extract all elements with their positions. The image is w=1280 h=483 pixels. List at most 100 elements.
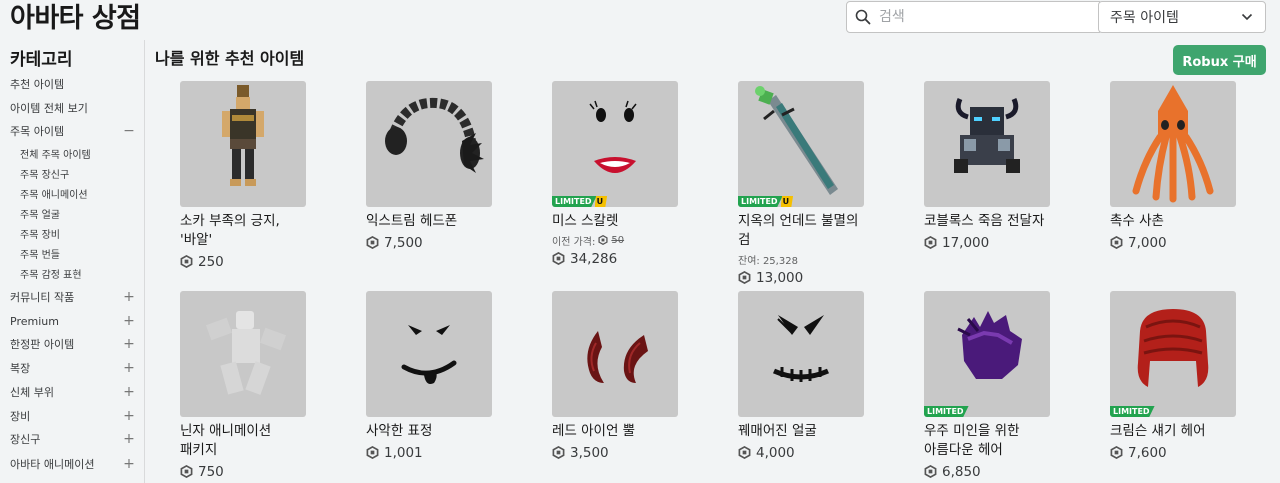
item-thumbnail[interactable] <box>552 291 678 417</box>
item-price: 7,000 <box>1110 233 1250 252</box>
expand-icon[interactable]: + <box>123 314 135 328</box>
item-thumbnail[interactable] <box>1110 81 1236 207</box>
sidebar-item-accessories[interactable]: 장신구 + <box>10 431 135 447</box>
expand-icon[interactable]: + <box>123 385 135 399</box>
sidebar-subitem-accessories[interactable]: 주목 장신구 <box>20 165 135 181</box>
item-thumbnail[interactable] <box>738 291 864 417</box>
item-name[interactable]: 크림슨 섀기 헤어 <box>1110 422 1240 441</box>
expand-icon[interactable]: + <box>123 361 135 375</box>
sidebar-subitem-gear[interactable]: 주목 장비 <box>20 225 135 241</box>
item-thumbnail[interactable] <box>924 81 1050 207</box>
item-price: 7,500 <box>366 233 506 252</box>
expand-icon[interactable]: + <box>123 290 135 304</box>
ninja-animation-image <box>205 311 287 395</box>
section-title: 나를 위한 추천 아이템 <box>155 49 305 68</box>
item-price: 7,600 <box>1110 443 1250 462</box>
item-name[interactable]: 코블록스 죽음 전달자 <box>924 212 1054 231</box>
sidebar-item-clothing[interactable]: 복장 + <box>10 360 135 376</box>
item-price: 13,000 <box>738 268 878 287</box>
item-name[interactable]: 지옥의 언데드 불멸의 검 <box>738 212 868 250</box>
sidebar-item-label: 신체 부위 <box>10 386 54 399</box>
item-name[interactable]: 레드 아이언 뿔 <box>552 422 682 441</box>
crimson-shaggy-hair-image <box>1137 309 1209 387</box>
item-card[interactable]: 촉수 사촌 7,000 <box>1110 81 1250 252</box>
item-name[interactable]: 미스 스칼렛 <box>552 212 682 231</box>
item-price-value: 250 <box>198 253 224 270</box>
item-name[interactable]: 닌자 애니메이션 패키지 <box>180 422 310 460</box>
item-card[interactable]: 꿰매어진 얼굴 4,000 <box>738 291 878 462</box>
sidebar-item-label: 주목 장신구 <box>20 169 70 181</box>
item-card[interactable]: LIMITED 우주 미인을 위한 아름다운 헤어 6,850 <box>924 291 1064 481</box>
item-thumbnail[interactable]: LIMITED U <box>738 81 864 207</box>
robux-icon <box>1110 446 1123 459</box>
sidebar-item-featured[interactable]: 추천 아이템 <box>10 76 135 92</box>
sidebar-item-body-parts[interactable]: 신체 부위 + <box>10 384 135 400</box>
robux-icon <box>924 236 937 249</box>
sort-dropdown-value: 주목 아이템 <box>1110 10 1179 26</box>
sidebar-item-premium[interactable]: Premium + <box>10 313 135 329</box>
search-input[interactable] <box>879 3 1089 31</box>
item-card[interactable]: 레드 아이언 뿔 3,500 <box>552 291 692 462</box>
item-card[interactable]: 익스트림 헤드폰 7,500 <box>366 81 506 252</box>
sidebar-item-trending[interactable]: 주목 아이템 − <box>10 123 135 139</box>
item-thumbnail[interactable]: LIMITED <box>924 291 1050 417</box>
item-card[interactable]: LIMITED U 지옥의 언데드 불멸의 검 잔여: 25,328 13,000 <box>738 81 878 287</box>
item-card[interactable]: LIMITED U 미스 스칼렛 이전 가격: 50 34,286 <box>552 81 692 268</box>
item-price: 1,001 <box>366 443 506 462</box>
item-thumbnail[interactable] <box>180 81 306 207</box>
headphones-image <box>385 97 484 173</box>
item-card[interactable]: LIMITED 크림슨 섀기 헤어 7,600 <box>1110 291 1250 462</box>
tentacle-cousin-image <box>1132 85 1214 203</box>
sidebar-item-label: Premium <box>10 314 59 328</box>
sidebar-item-limited[interactable]: 한정판 아이템 + <box>10 336 135 352</box>
evil-face-image <box>401 325 457 384</box>
korblox-deathspeaker-image <box>954 98 1020 173</box>
item-thumbnail[interactable] <box>180 291 306 417</box>
robux-icon <box>598 235 608 245</box>
item-price: 250 <box>180 252 320 271</box>
item-name[interactable]: 사악한 표정 <box>366 422 496 441</box>
buy-robux-button[interactable]: Robux 구매 <box>1173 45 1266 75</box>
sort-dropdown[interactable]: 주목 아이템 <box>1098 1 1266 33</box>
sidebar-subitem-faces[interactable]: 주목 얼굴 <box>20 205 135 221</box>
stitched-face-image <box>772 315 830 382</box>
expand-icon[interactable]: + <box>123 457 135 471</box>
sidebar-subitem-bundles[interactable]: 주목 번들 <box>20 245 135 261</box>
sidebar-item-label: 커뮤니티 작품 <box>10 291 75 304</box>
item-thumbnail[interactable]: LIMITED <box>1110 291 1236 417</box>
item-card[interactable]: 소카 부족의 긍지, '바알' 250 <box>180 81 320 271</box>
sidebar-subitem-all-trending[interactable]: 전체 주목 아이템 <box>20 145 135 161</box>
sidebar-item-avatar-animations[interactable]: 아바타 애니메이션 + <box>10 456 135 472</box>
item-thumbnail[interactable] <box>366 291 492 417</box>
item-name[interactable]: 익스트림 헤드폰 <box>366 212 496 231</box>
search-box[interactable] <box>846 1 1100 33</box>
sidebar-item-community[interactable]: 커뮤니티 작품 + <box>10 289 135 305</box>
item-thumbnail[interactable] <box>366 81 492 207</box>
sidebar-item-label: 전체 주목 아이템 <box>20 149 91 161</box>
item-price-value: 4,000 <box>756 444 795 461</box>
search-icon[interactable] <box>847 2 879 32</box>
expand-icon[interactable]: + <box>123 409 135 423</box>
item-thumbnail[interactable]: LIMITED U <box>552 81 678 207</box>
item-card[interactable]: 닌자 애니메이션 패키지 750 <box>180 291 320 481</box>
sidebar-item-label: 장신구 <box>10 433 41 446</box>
sidebar-item-all-items[interactable]: 아이템 전체 보기 <box>10 100 135 116</box>
sidebar-item-label: 한정판 아이템 <box>10 338 75 351</box>
robux-icon <box>180 255 193 268</box>
item-price-value: 750 <box>198 463 224 480</box>
item-card[interactable]: 코블록스 죽음 전달자 17,000 <box>924 81 1064 252</box>
item-price: 34,286 <box>552 249 692 268</box>
item-card[interactable]: 사악한 표정 1,001 <box>366 291 506 462</box>
item-name[interactable]: 꿰매어진 얼굴 <box>738 422 868 441</box>
item-name[interactable]: 촉수 사촌 <box>1110 212 1240 231</box>
item-previous-price: 이전 가격: 50 <box>552 234 625 248</box>
miss-scarlet-face-image <box>589 100 637 173</box>
expand-icon[interactable]: + <box>123 432 135 446</box>
collapse-icon[interactable]: − <box>123 124 135 138</box>
expand-icon[interactable]: + <box>123 337 135 351</box>
item-name[interactable]: 소카 부족의 긍지, '바알' <box>180 212 310 250</box>
sidebar-item-gear[interactable]: 장비 + <box>10 408 135 424</box>
sidebar-subitem-animations[interactable]: 주목 애니메이션 <box>20 185 135 201</box>
item-name[interactable]: 우주 미인을 위한 아름다운 헤어 <box>924 422 1054 460</box>
sidebar-subitem-emotes[interactable]: 주목 감정 표현 <box>20 265 135 281</box>
